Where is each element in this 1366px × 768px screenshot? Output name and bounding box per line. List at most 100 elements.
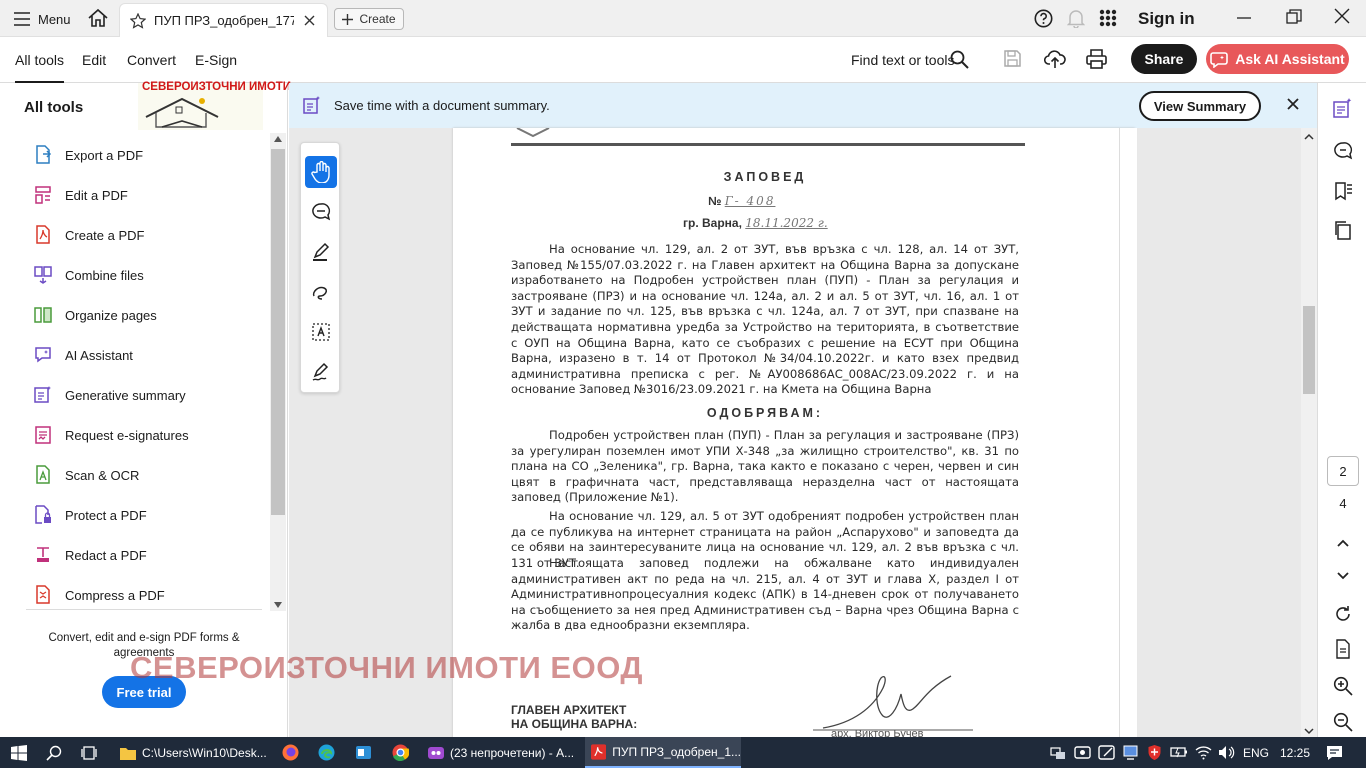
restore-icon[interactable] [1286,9,1302,25]
generative-summary-icon[interactable] [1333,98,1353,118]
scroll-up-icon[interactable] [274,136,282,142]
search-icon[interactable] [950,50,969,69]
tool-redact-pdf[interactable]: Redact a PDF [34,545,147,565]
tool-organize-pages[interactable]: Organize pages [34,305,157,325]
comment-tool[interactable] [305,196,337,228]
page-thumbnails-icon[interactable] [1333,220,1353,240]
rotate-icon[interactable] [1333,604,1353,624]
tool-compress-pdf[interactable]: Compress a PDF [34,585,165,605]
sign-tool[interactable] [305,356,337,388]
tool-protect-pdf[interactable]: Protect a PDF [34,505,147,525]
next-page-icon[interactable] [1333,568,1353,584]
volume-icon[interactable] [1218,745,1235,760]
zoom-in-icon[interactable] [1333,676,1353,696]
firefox-icon[interactable] [282,744,299,761]
home-icon[interactable] [87,8,109,28]
find-text-or-tools[interactable]: Find text or tools [851,52,955,68]
save-icon[interactable] [1003,49,1022,68]
screen-capture-icon[interactable] [1098,744,1115,761]
doc-tab[interactable]: ПУП ПРЗ_одобрен_177... [119,3,328,37]
star-icon[interactable] [130,12,146,29]
page-fit-icon[interactable] [1333,639,1353,659]
task-view-icon[interactable] [81,745,97,761]
highlight-tool[interactable] [305,236,337,268]
signatory-line-1: ГЛАВЕН АРХИТЕКТ [511,703,627,717]
draw-tool[interactable] [305,276,337,308]
help-icon[interactable] [1034,9,1053,28]
text-select-tool[interactable] [305,316,337,348]
ask-ai-label: Ask AI Assistant [1235,51,1345,67]
scroll-down-icon[interactable] [1304,728,1314,735]
share-button[interactable]: Share [1131,44,1197,74]
logo-text: СЕВЕРОИЗТОЧНИ ИМОТИ [142,81,292,93]
security-shield-icon[interactable] [1146,744,1163,761]
tab-all-tools[interactable]: All tools [15,52,65,83]
current-page-input[interactable]: 2 [1327,456,1359,486]
number-prefix: № [708,194,722,208]
place: гр. Варна, [683,216,742,230]
sidebar-scroll-thumb[interactable] [271,149,285,515]
hand-tool[interactable] [305,156,337,188]
view-summary-button[interactable]: View Summary [1139,91,1261,121]
tool-edit-pdf[interactable]: Edit a PDF [34,185,128,205]
bookmark-icon[interactable] [1333,181,1353,201]
edge-icon[interactable] [318,744,335,761]
header-rule [511,143,1025,146]
menu-button[interactable]: Menu [14,9,71,29]
create-button[interactable]: Create [334,8,404,30]
number-value: Г- 408 [724,194,776,208]
signatory-name: арх. Виктор Бучев [831,728,924,737]
document-scroll-thumb[interactable] [1303,306,1315,394]
apps-grid-icon[interactable] [1099,9,1117,27]
close-banner-icon[interactable] [1287,98,1299,110]
close-tab-icon[interactable] [304,15,315,26]
sign-in-link[interactable]: Sign in [1138,9,1195,29]
scroll-down-icon[interactable] [274,602,282,608]
print-icon[interactable] [1086,49,1107,69]
tool-generative-summary[interactable]: Generative summary [34,385,186,405]
notifications-icon[interactable] [1326,745,1343,761]
tab-edit[interactable]: Edit [82,52,106,83]
tab-esign[interactable]: E-Sign [195,52,237,83]
cloud-upload-icon[interactable] [1044,49,1066,69]
tool-request-esignatures[interactable]: Request e-signatures [34,425,189,445]
request-esignatures-icon [35,426,51,444]
minimize-icon[interactable] [1236,10,1252,26]
tool-ai-assistant[interactable]: AI Assistant [34,345,133,365]
wifi-icon[interactable] [1195,745,1212,760]
taskbar-item-explorer[interactable]: C:\Users\Win10\Desk... [112,737,272,768]
close-window-icon[interactable] [1334,8,1350,24]
windows-start-icon[interactable] [11,745,27,761]
taskbar-search-icon[interactable] [46,745,62,761]
document-viewer[interactable]: Save time with a document summary. View … [289,83,1317,737]
scan-ocr-icon [36,465,50,484]
chrome-icon[interactable] [392,744,409,761]
ask-ai-assistant-button[interactable]: Ask AI Assistant [1206,44,1349,74]
quick-tools-bar [300,142,340,393]
previous-page-icon[interactable] [1333,535,1353,551]
comment-panel-icon[interactable] [1333,141,1353,161]
taskbar-item-mail[interactable]: (23 непрочетени) - А... [422,737,582,768]
outlook-icon[interactable] [355,744,372,761]
tool-combine-files[interactable]: Combine files [34,265,144,285]
zoom-out-icon[interactable] [1333,712,1353,732]
sidebar-scrollbar[interactable] [270,133,286,611]
freehand-icon [312,286,327,300]
tool-scan-ocr[interactable]: Scan & OCR [34,465,139,485]
input-language[interactable]: ENG [1243,746,1269,760]
clock[interactable]: 12:25 [1280,746,1310,760]
scroll-up-icon[interactable] [1304,133,1314,140]
document-scrollbar[interactable] [1301,128,1317,737]
plus-icon [342,13,354,25]
organize-pages-icon [34,307,52,323]
media-icon[interactable] [1074,744,1091,761]
tool-create-pdf[interactable]: Create a PDF [34,225,144,245]
network-drive-icon[interactable] [1050,745,1066,761]
display-icon[interactable] [1122,744,1139,761]
tab-convert[interactable]: Convert [127,52,176,83]
signatory-title: ГЛАВЕН АРХИТЕКТ НА ОБЩИНА ВАРНА: [511,703,637,731]
bell-icon[interactable] [1067,9,1085,28]
battery-icon[interactable] [1170,745,1188,759]
tool-export-pdf[interactable]: Export a PDF [34,145,143,165]
taskbar-item-acrobat[interactable]: ПУП ПРЗ_одобрен_1... [585,737,741,768]
